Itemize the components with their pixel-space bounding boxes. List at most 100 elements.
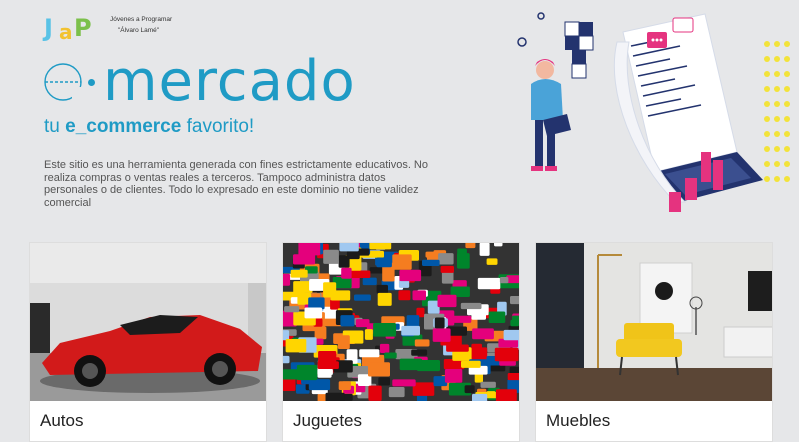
lego-brick bbox=[355, 319, 370, 328]
lego-brick bbox=[494, 243, 503, 247]
lego-brick bbox=[330, 299, 340, 310]
jap-logo[interactable]: J a P Jóvenes a Programar "Álvaro Lamé" bbox=[44, 12, 172, 46]
lego-brick bbox=[308, 379, 331, 391]
juguetes-photo bbox=[283, 243, 519, 401]
lego-brick bbox=[340, 315, 355, 327]
lego-brick bbox=[417, 360, 440, 372]
lego-brick bbox=[401, 325, 420, 336]
lego-brick bbox=[368, 385, 382, 401]
lego-brick bbox=[376, 284, 388, 294]
jap-logo-mark: J a P bbox=[44, 14, 92, 44]
lego-brick bbox=[384, 352, 397, 359]
lego-brick bbox=[452, 315, 472, 323]
muebles-photo bbox=[536, 243, 772, 401]
lego-brick bbox=[461, 360, 481, 368]
lego-brick bbox=[479, 243, 490, 256]
lego-brick bbox=[392, 254, 412, 270]
lego-brick bbox=[399, 269, 422, 282]
lego-brick bbox=[376, 257, 392, 268]
lego-brick bbox=[457, 253, 470, 269]
lego-brick bbox=[290, 269, 308, 278]
lego-brick bbox=[368, 362, 390, 377]
lego-brick bbox=[495, 389, 517, 401]
lego-brick bbox=[503, 329, 519, 341]
logo-line-1: Jóvenes a Programar bbox=[110, 16, 173, 23]
lego-brick bbox=[398, 290, 411, 301]
lego-brick bbox=[354, 294, 371, 301]
lego-brick bbox=[472, 328, 494, 340]
lego-brick bbox=[373, 323, 396, 337]
lego-brick bbox=[464, 385, 475, 394]
lego-brick bbox=[308, 297, 325, 310]
category-label: Juguetes bbox=[293, 411, 362, 430]
lego-brick bbox=[339, 243, 359, 252]
lego-brick bbox=[304, 307, 323, 319]
lego-brick bbox=[510, 296, 519, 305]
lego-brick bbox=[406, 315, 420, 328]
lego-brick bbox=[330, 290, 351, 301]
lego-brick bbox=[283, 330, 290, 341]
lego-brick bbox=[388, 387, 405, 398]
lego-brick bbox=[293, 254, 316, 265]
brand-word: mercado bbox=[103, 49, 356, 114]
lego-brick bbox=[434, 317, 445, 329]
lego-brick bbox=[432, 328, 451, 342]
lego-brick bbox=[438, 253, 454, 265]
lego-brick bbox=[472, 393, 488, 401]
lego-brick bbox=[480, 381, 496, 388]
lego-brick bbox=[422, 259, 440, 266]
lego-brick bbox=[341, 267, 352, 279]
lego-brick bbox=[283, 273, 291, 286]
lego-brick bbox=[283, 355, 290, 364]
lego-brick bbox=[369, 243, 392, 250]
emercado-brand: mercado bbox=[42, 54, 356, 110]
lego-brick bbox=[362, 277, 377, 286]
hero-illustration bbox=[505, 2, 799, 222]
lego-brick bbox=[323, 249, 339, 264]
lego-brick bbox=[460, 302, 482, 310]
lego-brick bbox=[283, 369, 305, 380]
lego-brick bbox=[486, 391, 496, 398]
category-card-autos[interactable]: Autos bbox=[29, 242, 267, 442]
lego-brick bbox=[298, 243, 321, 256]
autos-photo bbox=[30, 243, 266, 401]
lego-brick bbox=[377, 292, 392, 306]
lego-brick bbox=[325, 392, 345, 401]
lego-brick bbox=[494, 347, 519, 362]
lego-brick bbox=[465, 243, 476, 249]
lego-brick bbox=[412, 382, 435, 396]
category-label: Muebles bbox=[546, 411, 611, 430]
logo-line-2: "Álvaro Lamé" bbox=[118, 27, 160, 34]
lego-brick bbox=[337, 335, 350, 349]
lego-brick bbox=[499, 277, 509, 284]
lego-brick bbox=[486, 258, 498, 265]
lego-brick bbox=[440, 265, 454, 273]
lego-brick bbox=[379, 343, 390, 353]
e-logo-icon bbox=[42, 61, 84, 103]
tagline: tu e_commerce favorito! bbox=[44, 116, 255, 137]
brand-dot bbox=[88, 78, 95, 86]
lego-brick bbox=[283, 378, 296, 391]
lego-brick bbox=[446, 344, 469, 352]
lego-brick bbox=[285, 339, 307, 353]
lego-brick bbox=[437, 294, 457, 308]
lego-brick bbox=[507, 373, 519, 381]
lego-brick bbox=[412, 290, 426, 301]
lego-brick bbox=[364, 329, 373, 340]
lego-brick bbox=[488, 311, 506, 323]
lego-brick bbox=[317, 368, 333, 375]
lego-brick bbox=[392, 379, 416, 387]
lego-brick bbox=[477, 277, 501, 290]
lego-brick bbox=[338, 381, 351, 390]
lego-brick bbox=[512, 315, 519, 324]
lego-brick bbox=[444, 369, 463, 383]
disclaimer-text: Este sitio es una herramienta generada c… bbox=[44, 159, 428, 209]
lego-brick bbox=[317, 361, 339, 369]
lego-brick bbox=[378, 377, 390, 386]
lego-brick bbox=[359, 349, 380, 358]
category-card-juguetes[interactable]: Juguetes bbox=[282, 242, 520, 442]
lego-brick bbox=[284, 306, 300, 313]
category-label: Autos bbox=[40, 411, 84, 430]
category-card-muebles[interactable]: Muebles bbox=[535, 242, 773, 442]
lego-brick bbox=[411, 349, 428, 356]
